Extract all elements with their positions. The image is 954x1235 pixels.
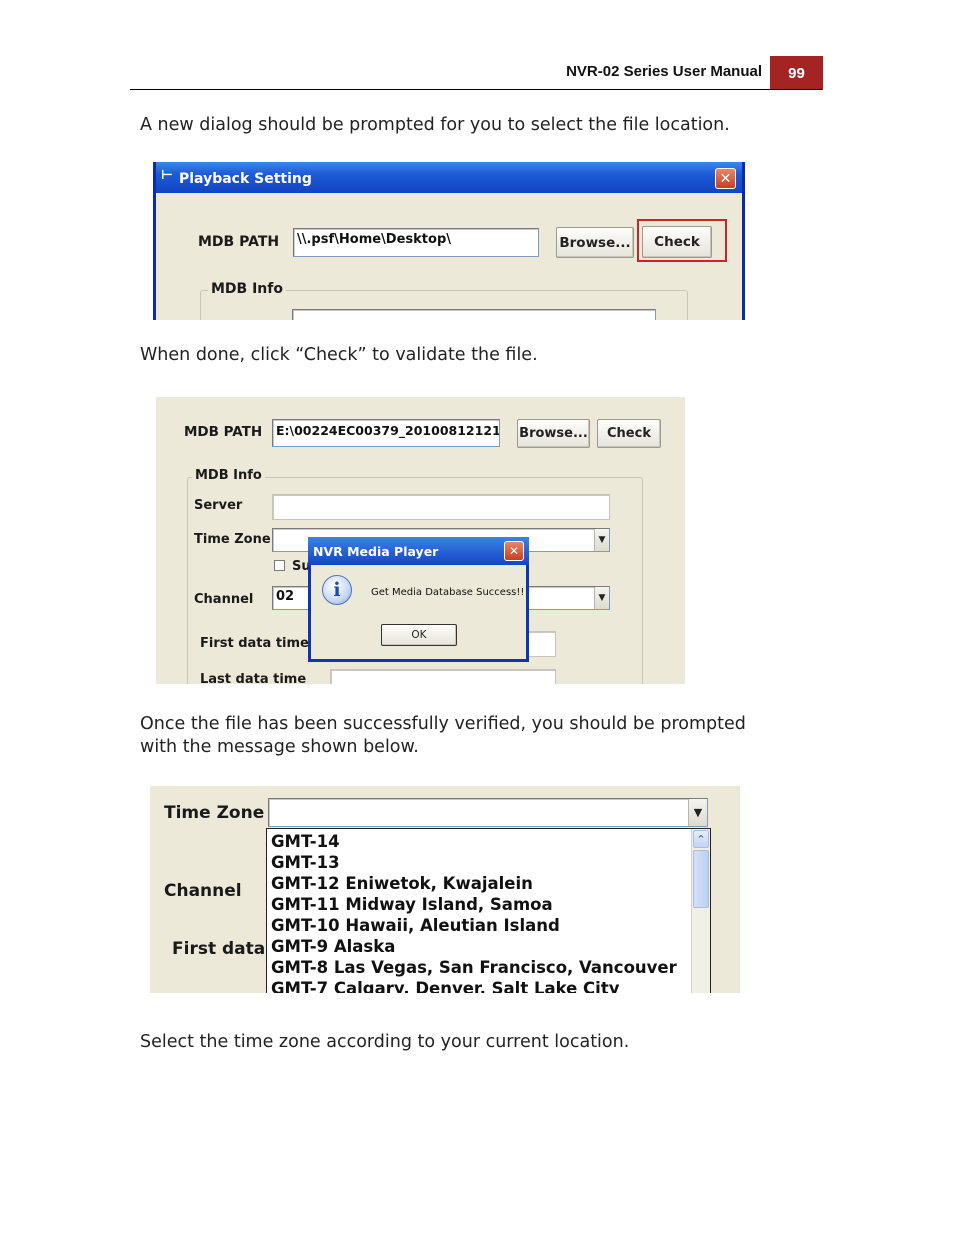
time-zone-options-list[interactable]: GMT-14 GMT-13 GMT-12 Eniwetok, Kwajalein…: [266, 828, 711, 993]
list-item[interactable]: GMT-11 Midway Island, Samoa: [271, 894, 553, 915]
chevron-down-icon[interactable]: ▼: [688, 799, 707, 826]
nvr-media-player-dialog: NVR Media Player ✕ i Get Media Database …: [308, 537, 529, 662]
mdb-path-label: MDB PATH: [184, 424, 263, 440]
check-button[interactable]: Check: [597, 419, 661, 448]
playback-setting-window: ⊢ Playback Setting ✕ MDB PATH \\.psf\Hom…: [153, 162, 745, 320]
channel-label: Channel: [194, 592, 254, 607]
chevron-down-icon[interactable]: ▼: [594, 587, 609, 609]
scroll-up-icon[interactable]: ⌃: [693, 830, 709, 848]
header-rule: [130, 89, 822, 90]
list-item[interactable]: GMT-13: [271, 852, 340, 873]
close-icon[interactable]: ✕: [715, 168, 736, 189]
window-titlebar: ⊢ Playback Setting ✕: [156, 162, 742, 193]
mdb-path-input[interactable]: E:\00224EC00379_201008121210: [272, 419, 500, 447]
mdb-path-label: MDB PATH: [198, 234, 280, 250]
mdb-path-input[interactable]: \\.psf\Home\Desktop\: [293, 228, 539, 257]
channel-label: Channel: [164, 881, 242, 901]
time-zone-dropdown-view: Time Zone ▼ Channel First data ti GMT-14…: [150, 786, 740, 993]
list-item[interactable]: GMT-12 Eniwetok, Kwajalein: [271, 873, 533, 894]
list-item[interactable]: GMT-14: [271, 831, 340, 852]
last-data-time-label: Last data time: [200, 672, 307, 684]
paragraph-select-tz: Select the time zone according to your c…: [140, 1032, 630, 1052]
last-data-time-input[interactable]: [330, 669, 556, 684]
paragraph-check: When done, click “Check” to validate the…: [140, 345, 538, 365]
server-label: Server: [194, 498, 243, 513]
check-button[interactable]: Check: [642, 226, 712, 258]
scroll-thumb[interactable]: [693, 850, 709, 908]
ok-button[interactable]: OK: [381, 624, 457, 646]
dialog-titlebar: NVR Media Player ✕: [308, 537, 529, 565]
server-input[interactable]: [272, 494, 610, 520]
first-data-time-label: First data time: [200, 636, 309, 651]
paragraph-verified-line1: Once the file has been successfully veri…: [140, 714, 746, 734]
channel-value: 02: [276, 589, 295, 604]
paragraph-verified-line2: with the message shown below.: [140, 737, 419, 757]
mdb-info-label: MDB Info: [192, 468, 265, 483]
info-icon: i: [322, 575, 352, 605]
list-item[interactable]: GMT-9 Alaska: [271, 936, 395, 957]
list-item[interactable]: GMT-8 Las Vegas, San Francisco, Vancouve…: [271, 957, 677, 978]
time-zone-label: Time Zone: [194, 532, 271, 547]
list-item[interactable]: GMT-7 Calgary, Denver, Salt Lake City: [271, 978, 619, 993]
dialog-title: NVR Media Player: [313, 544, 439, 559]
close-icon[interactable]: ✕: [504, 541, 524, 561]
page-number: 99: [770, 56, 823, 90]
dialog-message: Get Media Database Success!!: [371, 587, 525, 598]
browse-button[interactable]: Browse...: [517, 419, 590, 448]
server-input-partial[interactable]: [292, 309, 656, 320]
manual-title: NVR-02 Series User Manual: [566, 63, 762, 80]
app-icon: ⊢: [161, 168, 173, 183]
chevron-down-icon[interactable]: ▼: [594, 529, 609, 551]
mdb-info-label: MDB Info: [208, 281, 286, 297]
list-scrollbar[interactable]: ⌃: [691, 829, 710, 993]
playback-setting-success-view: MDB PATH E:\00224EC00379_201008121210 Br…: [156, 397, 685, 684]
time-zone-select[interactable]: ▼: [268, 798, 708, 827]
browse-button[interactable]: Browse...: [556, 227, 634, 258]
paragraph-intro: A new dialog should be prompted for you …: [140, 115, 730, 135]
time-zone-label: Time Zone: [164, 803, 265, 823]
window-title: Playback Setting: [179, 171, 312, 187]
list-item[interactable]: GMT-10 Hawaii, Aleutian Island: [271, 915, 560, 936]
checkbox[interactable]: [274, 560, 285, 571]
